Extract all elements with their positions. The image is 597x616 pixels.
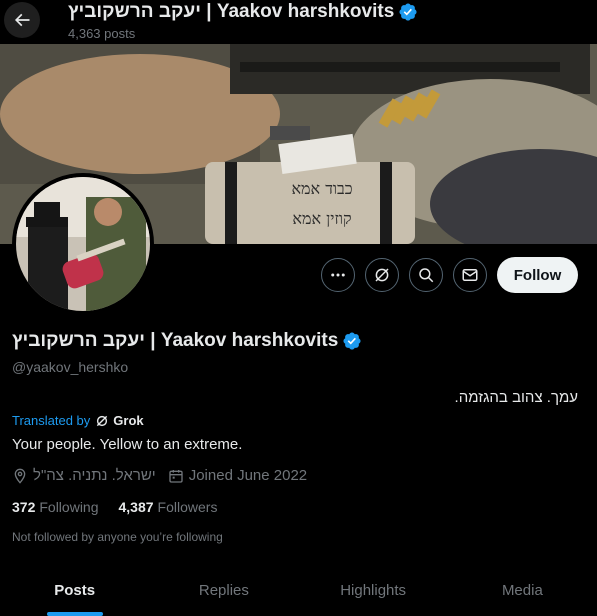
tab-highlights[interactable]: Highlights [299,568,448,616]
followers-count: 4,387 [118,499,154,515]
joined-item: Joined June 2022 [168,467,307,484]
not-followed-notice: Not followed by anyone you’re following [12,530,223,544]
translated-by-label: Translated by [12,413,91,428]
tab-posts-label: Posts [54,582,96,599]
tab-replies[interactable]: Replies [149,568,298,616]
tab-replies-label: Replies [198,582,249,599]
more-dots-icon [331,273,345,277]
message-button[interactable] [453,258,487,292]
bio-translated: Your people. Yellow to an extreme. [12,436,243,453]
translator-name: Grok [113,413,144,428]
profile-name-text: יעקב הרשקוביץ | Yaakov harshkovits [12,330,339,351]
location-pin-icon [14,468,26,484]
banner-handwriting-1: כבוד אמא [291,179,352,198]
profile-header: יעקב הרשקוביץ | Yaakov harshkovits 4,363… [0,0,597,44]
search-button[interactable] [409,258,443,292]
profile-tabs: Posts Replies Highlights Media [0,568,597,616]
back-button[interactable] [4,2,40,38]
search-icon [419,268,434,283]
following-label: Following [39,499,99,515]
bio-original: עמך. צהוב בהגזמה. [454,389,578,406]
verified-badge-icon[interactable] [342,331,362,351]
envelope-icon [462,269,478,281]
verified-badge-icon [399,3,417,21]
following-count: 372 [12,499,36,515]
calendar-icon [169,469,183,483]
posts-count: 4,363 posts [68,26,136,41]
location-item: ישראל. נתניה. צה"ל [12,467,156,484]
profile-handle: @yaakov_hershko [12,359,129,375]
active-tab-indicator [46,612,103,616]
grok-icon [375,268,389,282]
profile-name: יעקב הרשקוביץ | Yaakov harshkovits [12,330,362,352]
tab-media[interactable]: Media [448,568,597,616]
profile-avatar[interactable] [12,173,154,315]
tab-highlights-label: Highlights [340,582,407,599]
banner-handwriting-2: קוזין אמא [292,209,351,228]
translated-by[interactable]: Translated by Grok [12,413,144,428]
header-title-text: יעקב הרשקוביץ | Yaakov harshkovits [68,1,395,22]
follow-stats: 372 Following 4,387 Followers [12,499,237,515]
more-button[interactable] [321,258,355,292]
tab-media-label: Media [501,582,543,599]
followers-label: Followers [157,499,218,515]
followers-link[interactable]: 4,387 Followers [119,499,218,515]
grok-button[interactable] [365,258,399,292]
following-link[interactable]: 372 Following [12,499,99,515]
grok-icon [97,415,108,426]
follow-button[interactable]: Follow [497,257,578,293]
arrow-left-icon [14,13,30,27]
header-title: יעקב הרשקוביץ | Yaakov harshkovits [68,1,418,23]
profile-meta: ישראל. נתניה. צה"ל Joined June 2022 [12,467,319,484]
tab-posts[interactable]: Posts [0,568,149,616]
avatar-image [16,177,150,311]
joined-text: Joined June 2022 [188,467,308,484]
location-text: ישראל. נתניה. צה"ל [33,467,156,484]
